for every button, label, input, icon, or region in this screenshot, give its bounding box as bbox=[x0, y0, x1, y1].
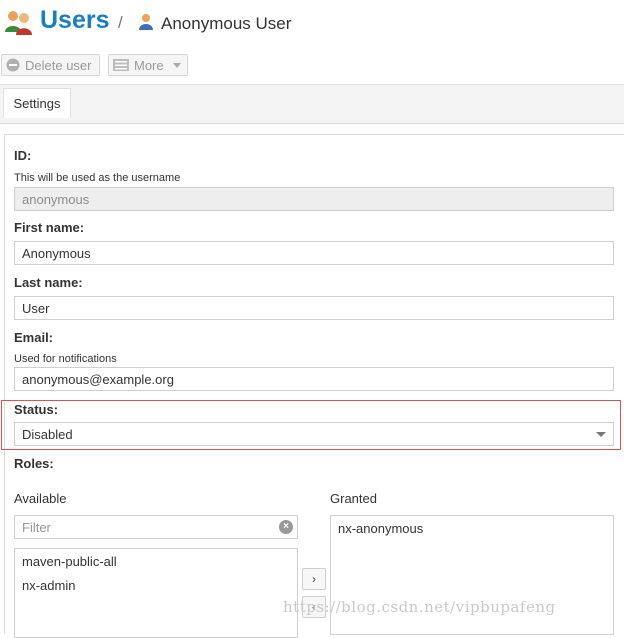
last-name-label: Last name: bbox=[14, 275, 83, 290]
filter-placeholder: Filter bbox=[22, 519, 51, 535]
delete-user-button[interactable]: Delete user bbox=[1, 54, 100, 76]
clear-filter-icon[interactable]: × bbox=[279, 520, 293, 534]
available-roles-list[interactable]: maven-public-all nx-admin bbox=[14, 548, 298, 638]
first-name-label: First name: bbox=[14, 220, 85, 235]
first-name-field[interactable] bbox=[14, 241, 614, 265]
minus-circle-icon bbox=[6, 58, 20, 72]
email-field[interactable] bbox=[14, 367, 614, 391]
tab-settings[interactable]: Settings bbox=[3, 88, 71, 118]
id-label: ID: bbox=[14, 148, 32, 163]
tab-bar bbox=[0, 84, 624, 124]
more-button[interactable]: More bbox=[108, 54, 188, 76]
chevron-down-icon bbox=[596, 432, 606, 437]
menu-icon bbox=[113, 59, 129, 71]
roles-label: Roles: bbox=[14, 456, 54, 471]
move-right-button[interactable]: › bbox=[302, 568, 326, 590]
watermark: https://blog.csdn.net/vipbupafeng bbox=[283, 598, 556, 616]
list-item[interactable]: maven-public-all bbox=[22, 554, 117, 569]
user-icon bbox=[139, 13, 153, 31]
id-help-text: This will be used as the username bbox=[14, 172, 181, 184]
delete-user-label: Delete user bbox=[25, 57, 92, 73]
status-selected-value: Disabled bbox=[22, 426, 73, 442]
email-label: Email: bbox=[14, 330, 54, 345]
email-help-text: Used for notifications bbox=[14, 353, 117, 365]
chevron-right-icon: › bbox=[312, 572, 316, 586]
id-field[interactable] bbox=[14, 187, 614, 211]
chevron-down-icon bbox=[172, 62, 181, 68]
available-roles-header: Available bbox=[14, 491, 67, 506]
page-title[interactable]: Users bbox=[40, 6, 110, 35]
users-icon bbox=[4, 8, 34, 36]
list-item[interactable]: nx-admin bbox=[22, 578, 75, 593]
role-filter-input[interactable]: Filter × bbox=[14, 515, 298, 539]
granted-roles-header: Granted bbox=[330, 491, 377, 506]
granted-roles-list[interactable]: nx-anonymous bbox=[330, 515, 614, 635]
breadcrumb-separator: / bbox=[118, 13, 123, 32]
list-item[interactable]: nx-anonymous bbox=[338, 521, 423, 536]
breadcrumb-current-user: Anonymous User bbox=[161, 14, 292, 33]
status-label: Status: bbox=[14, 402, 59, 417]
more-label: More bbox=[134, 57, 164, 73]
status-select[interactable]: Disabled bbox=[14, 422, 614, 446]
last-name-field[interactable] bbox=[14, 296, 614, 320]
